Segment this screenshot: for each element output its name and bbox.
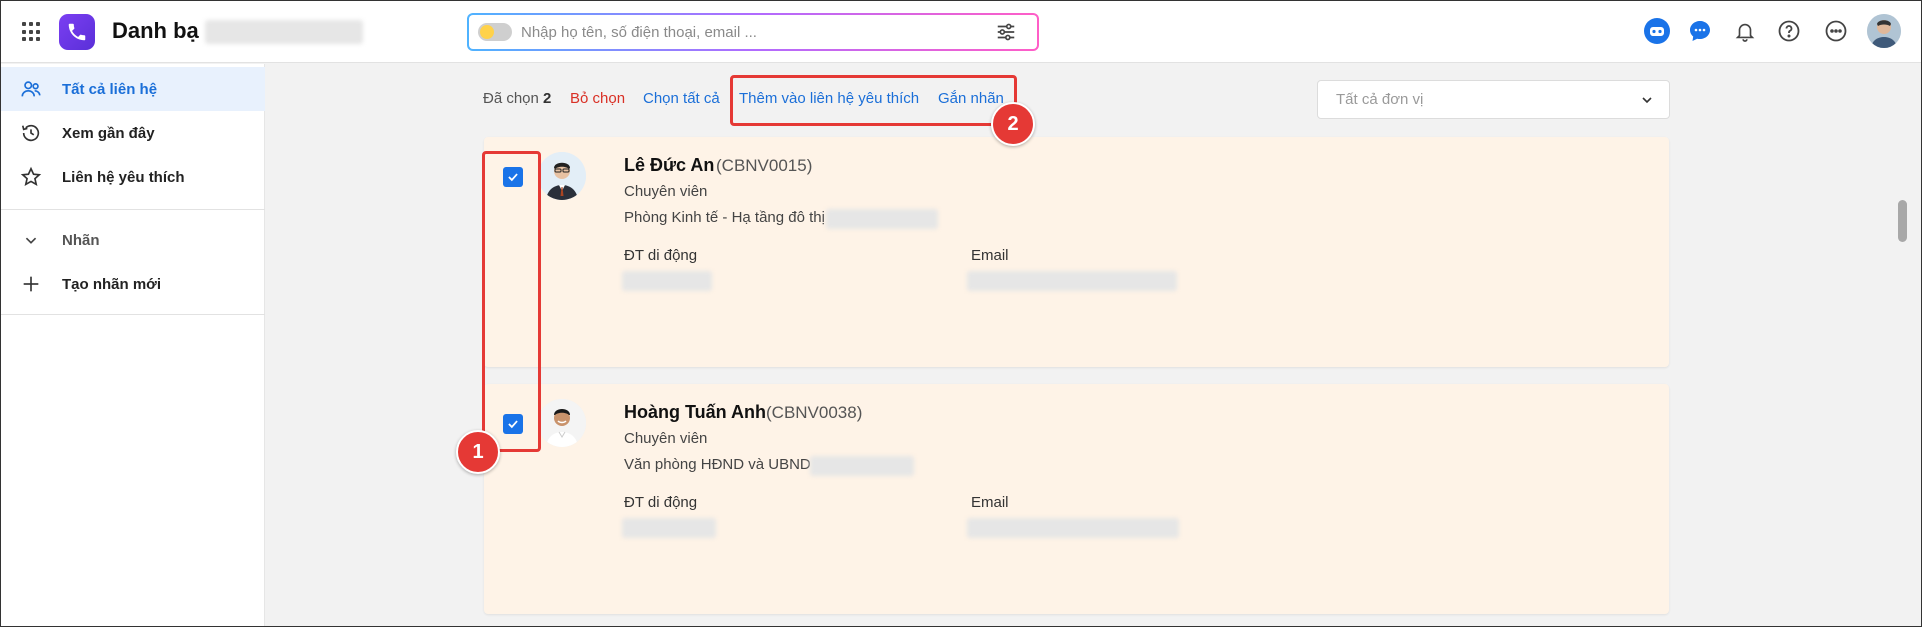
annotation-box-checkboxes	[482, 151, 541, 452]
email-value-redacted	[967, 271, 1177, 291]
top-header: Danh bạ	[0, 0, 1922, 63]
dept-suffix-redacted	[810, 456, 914, 476]
sidebar-item-label: Liên hệ yêu thích	[62, 168, 185, 186]
plus-icon	[20, 273, 42, 295]
selected-text: Đã chọn	[483, 90, 539, 107]
chevron-down-icon	[1639, 92, 1655, 113]
contact-dept: Văn phòng HĐND và UBND	[624, 456, 811, 473]
history-icon	[20, 122, 42, 144]
filter-sliders-icon[interactable]	[995, 21, 1017, 48]
sidebar-item-label: Tất cả liên hệ	[62, 80, 158, 98]
annotation-badge-1: 1	[456, 430, 500, 474]
chat-icon[interactable]	[1686, 17, 1714, 45]
contact-code: (CBNV0038)	[766, 403, 863, 422]
create-label-button[interactable]: Tạo nhãn mới	[0, 262, 265, 306]
contact-avatar	[538, 399, 586, 447]
app-logo-icon	[59, 14, 95, 50]
email-value-redacted	[967, 518, 1179, 538]
more-icon[interactable]	[1822, 17, 1850, 45]
sidebar-divider	[0, 314, 265, 315]
sidebar-item-favorites[interactable]: Liên hệ yêu thích	[0, 155, 265, 199]
contact-card[interactable]: Hoàng Tuấn Anh (CBNV0038) Chuyên viên Vă…	[484, 384, 1669, 614]
sidebar-item-all-contacts[interactable]: Tất cả liên hệ	[0, 67, 265, 111]
annotation-badge-2: 2	[991, 102, 1035, 146]
unit-select[interactable]: Tất cả đơn vị	[1317, 80, 1670, 119]
search-input[interactable]	[521, 21, 961, 43]
create-label-text: Tạo nhãn mới	[62, 275, 162, 293]
chevron-down-icon	[20, 229, 42, 251]
contact-code: (CBNV0015)	[716, 156, 813, 175]
sidebar: Tất cả liên hệ Xem gần đây Liên hệ yêu t…	[0, 64, 265, 627]
labels-section-title: Nhãn	[62, 231, 100, 249]
contacts-icon	[20, 78, 42, 100]
org-name-redacted	[205, 20, 363, 44]
bell-icon[interactable]	[1731, 17, 1759, 45]
dept-suffix-redacted	[826, 209, 938, 229]
contact-name[interactable]: Lê Đức An	[624, 155, 714, 176]
unit-select-value: Tất cả đơn vị	[1336, 91, 1424, 108]
apps-grid-icon[interactable]	[22, 22, 42, 42]
clear-selection-button[interactable]: Bỏ chọn	[570, 90, 625, 107]
contact-card[interactable]: Lê Đức An (CBNV0015) Chuyên viên Phòng K…	[484, 137, 1669, 367]
contact-role: Chuyên viên	[624, 183, 708, 200]
annotation-box-actions	[730, 75, 1017, 126]
phone-value-redacted	[622, 518, 716, 538]
sidebar-divider	[0, 209, 265, 210]
ai-toggle-icon[interactable]	[478, 23, 512, 41]
phone-label: ĐT di động	[624, 494, 698, 511]
contact-dept: Phòng Kinh tế - Hạ tầng đô thị	[624, 209, 825, 226]
select-all-button[interactable]: Chọn tất cả	[643, 90, 720, 107]
sidebar-item-recent[interactable]: Xem gần đây	[0, 111, 265, 155]
email-label: Email	[971, 494, 1009, 511]
contact-role: Chuyên viên	[624, 430, 708, 447]
scrollbar-thumb[interactable]	[1898, 200, 1907, 242]
phone-value-redacted	[622, 271, 712, 291]
app-title: Danh bạ	[112, 18, 199, 43]
email-label: Email	[971, 247, 1009, 264]
selected-count: Đã chọn 2	[483, 90, 551, 107]
search-bar	[467, 13, 1039, 51]
user-avatar[interactable]	[1867, 14, 1901, 48]
star-icon	[20, 166, 42, 188]
selected-number: 2	[543, 90, 552, 107]
labels-section-toggle[interactable]: Nhãn	[0, 218, 265, 262]
sidebar-item-label: Xem gần đây	[62, 124, 155, 142]
contact-name[interactable]: Hoàng Tuấn Anh	[624, 402, 766, 423]
help-icon[interactable]	[1775, 17, 1803, 45]
bot-icon[interactable]	[1643, 17, 1671, 45]
phone-label: ĐT di động	[624, 247, 698, 264]
contact-avatar	[538, 152, 586, 200]
